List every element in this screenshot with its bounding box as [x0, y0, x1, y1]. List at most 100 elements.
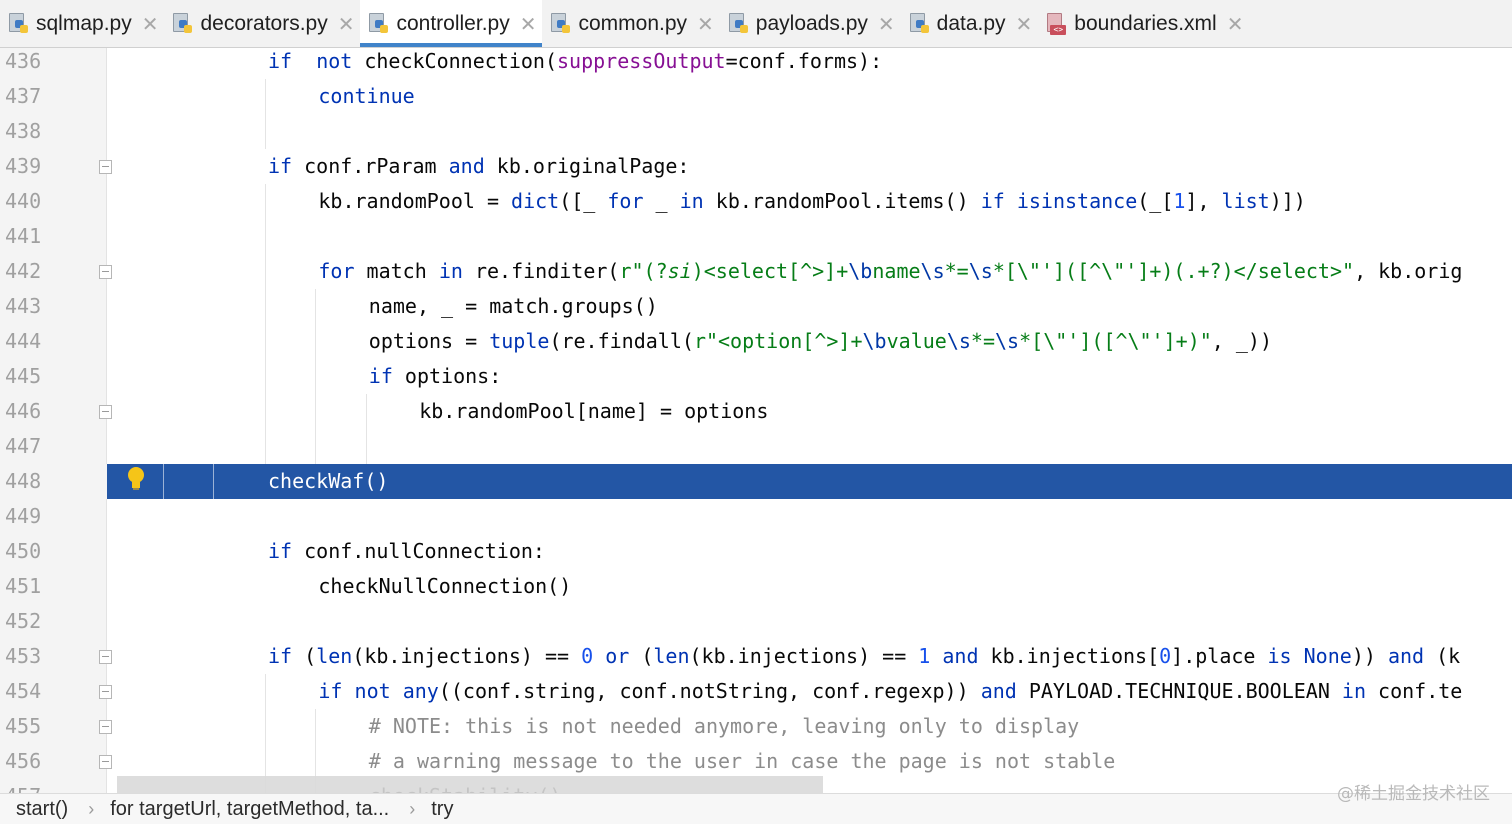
- line-number[interactable]: 438: [0, 114, 107, 149]
- code-line[interactable]: 453 if (len(kb.injections) == 0 or (len(k…: [0, 639, 1512, 674]
- code-token: (kb.injections) ==: [689, 644, 919, 668]
- code-token: checkWaf(): [268, 469, 389, 493]
- code-line[interactable]: 439 if conf.rParam and kb.originalPage:: [0, 149, 1512, 184]
- code-token: if: [268, 539, 293, 563]
- code-token: value: [886, 329, 947, 353]
- tab-data-py[interactable]: data.py ✕: [901, 0, 1039, 47]
- breadcrumb-item[interactable]: for targetUrl, targetMethod, ta...: [94, 798, 389, 821]
- code-text: if conf.nullConnection:: [268, 534, 545, 569]
- code-line[interactable]: 450 if conf.nullConnection:: [0, 534, 1512, 569]
- code-token: continue: [318, 84, 415, 108]
- code-line[interactable]: 456 # a warning message to the user in ca…: [0, 744, 1512, 779]
- close-icon[interactable]: ✕: [1016, 14, 1033, 34]
- fold-marker-icon[interactable]: [99, 265, 112, 279]
- code-token: tuple: [489, 329, 550, 353]
- tab-boundaries-xml[interactable]: <> boundaries.xml ✕: [1038, 0, 1249, 47]
- code-line[interactable]: 449: [0, 499, 1512, 534]
- code-token: checkNullConnection(): [318, 574, 572, 598]
- code-line[interactable]: 440 kb.randomPool = dict([_ for _ in kb.r…: [0, 184, 1512, 219]
- code-token: )<select[^>]+: [691, 259, 849, 283]
- code-line[interactable]: 446 kb.randomPool[name] = options: [0, 394, 1512, 429]
- line-number[interactable]: 450: [0, 534, 107, 569]
- line-number[interactable]: 436: [0, 48, 107, 79]
- tab-payloads-py[interactable]: payloads.py ✕: [720, 0, 901, 47]
- code-token: r"(?: [619, 259, 668, 283]
- editor-tab-bar: sqlmap.py ✕ decorators.py ✕ controller.py ✕ co…: [0, 0, 1512, 48]
- breadcrumb-item[interactable]: start(): [0, 798, 68, 821]
- code-line[interactable]: 438: [0, 114, 1512, 149]
- line-number[interactable]: 447: [0, 429, 107, 464]
- line-number[interactable]: 444: [0, 324, 107, 359]
- code-token: if: [318, 679, 343, 703]
- tab-controller-py[interactable]: controller.py ✕: [360, 0, 543, 47]
- code-text: if not any((conf.string, conf.notString,…: [318, 674, 1462, 709]
- fold-marker-icon[interactable]: [99, 755, 112, 769]
- line-number[interactable]: 446: [0, 394, 107, 429]
- line-number[interactable]: 455: [0, 709, 107, 744]
- line-number[interactable]: 439: [0, 149, 107, 184]
- fold-marker-icon[interactable]: [99, 650, 112, 664]
- close-icon[interactable]: ✕: [1227, 14, 1244, 34]
- current-code-line[interactable]: 448 checkWaf(): [0, 464, 1512, 499]
- line-number[interactable]: 448: [0, 464, 107, 499]
- fold-marker-icon[interactable]: [99, 720, 112, 734]
- code-line[interactable]: 455 # NOTE: this is not needed anymore, l…: [0, 709, 1512, 744]
- line-number[interactable]: 456: [0, 744, 107, 779]
- code-token: conf.nullConnection:: [292, 539, 545, 563]
- code-line[interactable]: 447: [0, 429, 1512, 464]
- code-line[interactable]: 437 continue: [0, 79, 1512, 114]
- tab-decorators-py[interactable]: decorators.py ✕: [164, 0, 360, 47]
- line-number[interactable]: 451: [0, 569, 107, 604]
- line-number[interactable]: 457: [0, 779, 107, 793]
- line-number[interactable]: 449: [0, 499, 107, 534]
- line-number[interactable]: 442: [0, 254, 107, 289]
- line-number[interactable]: 445: [0, 359, 107, 394]
- code-token: (: [292, 644, 317, 668]
- code-line[interactable]: 442 for match in re.finditer(r"(?si)<sele…: [0, 254, 1512, 289]
- close-icon[interactable]: ✕: [520, 14, 537, 34]
- code-editor[interactable]: 436 if not checkConnection(suppressOutput…: [0, 48, 1512, 793]
- code-line[interactable]: 436 if not checkConnection(suppressOutput…: [0, 48, 1512, 79]
- code-line[interactable]: 451 checkNullConnection(): [0, 569, 1512, 604]
- code-token: options:: [392, 364, 502, 388]
- line-number[interactable]: 443: [0, 289, 107, 324]
- line-number[interactable]: 437: [0, 79, 107, 114]
- code-line[interactable]: 443 name, _ = match.groups(): [0, 289, 1512, 324]
- fold-marker-icon[interactable]: [99, 160, 112, 174]
- code-token: len: [316, 644, 353, 668]
- code-line[interactable]: 454 if not any((conf.string, conf.notStri…: [0, 674, 1512, 709]
- tab-sqlmap-py[interactable]: sqlmap.py ✕: [0, 0, 164, 47]
- code-text: checkWaf(): [268, 464, 388, 499]
- code-token: kb.randomPool =: [318, 189, 512, 213]
- fold-marker-icon[interactable]: [99, 685, 112, 699]
- line-number[interactable]: 454: [0, 674, 107, 709]
- code-line[interactable]: 441: [0, 219, 1512, 254]
- lightbulb-icon[interactable]: [126, 466, 146, 492]
- fold-marker-icon[interactable]: [99, 405, 112, 419]
- close-icon[interactable]: ✕: [697, 14, 714, 34]
- code-token: not: [354, 679, 391, 703]
- tab-common-py[interactable]: common.py ✕: [542, 0, 719, 47]
- python-file-icon: [728, 12, 750, 36]
- line-number[interactable]: 441: [0, 219, 107, 254]
- line-number[interactable]: 440: [0, 184, 107, 219]
- horizontal-scrollbar[interactable]: [117, 776, 823, 793]
- code-token: is: [1267, 644, 1292, 668]
- code-token: \b: [848, 259, 873, 283]
- close-icon[interactable]: ✕: [142, 14, 159, 34]
- code-token: # NOTE: this is not needed anymore, leav…: [368, 714, 1080, 738]
- code-token: name: [872, 259, 921, 283]
- close-icon[interactable]: ✕: [338, 14, 355, 34]
- code-token: PAYLOAD.TECHNIQUE.BOOLEAN: [1016, 679, 1342, 703]
- code-line[interactable]: 445 if options:: [0, 359, 1512, 394]
- line-number[interactable]: 453: [0, 639, 107, 674]
- code-line[interactable]: 452: [0, 604, 1512, 639]
- code-line[interactable]: 444 options = tuple(re.findall(r"<option[…: [0, 324, 1512, 359]
- tab-label: payloads.py: [755, 11, 868, 35]
- code-token: in: [1341, 679, 1367, 703]
- line-number[interactable]: 452: [0, 604, 107, 639]
- close-icon[interactable]: ✕: [878, 14, 895, 34]
- breadcrumb-item[interactable]: try: [415, 798, 453, 821]
